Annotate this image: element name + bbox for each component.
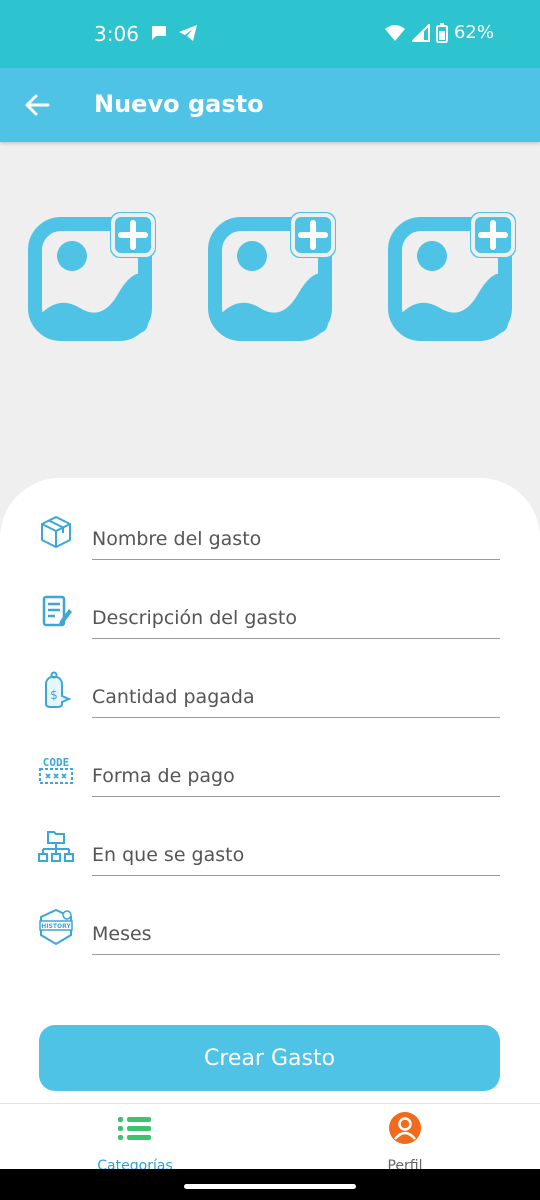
add-photo-slot-1[interactable] bbox=[28, 212, 158, 342]
history-badge-icon: HISTORY bbox=[39, 908, 73, 946]
system-gesture-bar bbox=[0, 1169, 540, 1200]
history-icon-label: HISTORY bbox=[41, 923, 71, 930]
months-field: HISTORY bbox=[36, 899, 500, 959]
bottom-navigation: Categorías Perfil bbox=[0, 1103, 540, 1174]
svg-text:$: $ bbox=[50, 688, 58, 702]
nav-item-categorias[interactable]: Categorías bbox=[55, 1110, 215, 1174]
status-time: 3:06 bbox=[94, 22, 139, 46]
expense-name-field bbox=[36, 504, 500, 564]
code-icon: CODE bbox=[39, 756, 73, 784]
add-photo-icon bbox=[208, 212, 336, 341]
hierarchy-icon bbox=[38, 831, 74, 862]
notification-icons bbox=[150, 24, 198, 42]
app-bar: Nuevo gasto bbox=[0, 68, 540, 142]
expense-description-input[interactable] bbox=[92, 583, 500, 639]
status-bar: 3:06 62% bbox=[0, 0, 540, 68]
add-photo-slot-2[interactable] bbox=[208, 212, 338, 342]
back-arrow-icon[interactable] bbox=[22, 90, 52, 120]
expense-name-input[interactable] bbox=[92, 504, 500, 560]
expense-form: $ CODE HISTORY bbox=[0, 478, 540, 1103]
user-avatar-icon bbox=[389, 1112, 421, 1144]
signal-icon bbox=[411, 23, 430, 42]
telegram-icon bbox=[179, 25, 197, 41]
add-photo-icon bbox=[388, 212, 516, 341]
box-icon bbox=[41, 516, 71, 548]
amount-paid-input[interactable] bbox=[92, 662, 500, 718]
nav-item-perfil[interactable]: Perfil bbox=[325, 1110, 485, 1174]
spent-on-field bbox=[36, 820, 500, 880]
payment-method-field: CODE bbox=[36, 741, 500, 801]
code-icon-label: CODE bbox=[43, 756, 70, 769]
battery-icon bbox=[435, 22, 448, 43]
list-icon bbox=[118, 1117, 151, 1140]
create-expense-button[interactable]: Crear Gasto bbox=[39, 1025, 500, 1091]
edit-document-icon bbox=[42, 595, 72, 627]
wifi-icon bbox=[384, 24, 405, 41]
home-gesture-handle[interactable] bbox=[184, 1184, 356, 1189]
battery-percentage: 62% bbox=[453, 22, 494, 43]
chat-bubble-icon bbox=[152, 26, 166, 40]
price-tag-icon: $ bbox=[45, 671, 72, 708]
months-input[interactable] bbox=[92, 899, 500, 955]
system-status-icons: 62% bbox=[384, 22, 494, 43]
page-title: Nuevo gasto bbox=[94, 90, 264, 118]
spent-on-input[interactable] bbox=[92, 820, 500, 876]
expense-description-field bbox=[36, 583, 500, 643]
amount-paid-field: $ bbox=[36, 662, 500, 722]
payment-method-input[interactable] bbox=[92, 741, 500, 797]
add-photo-icon bbox=[28, 212, 156, 341]
add-photo-slot-3[interactable] bbox=[388, 212, 518, 342]
